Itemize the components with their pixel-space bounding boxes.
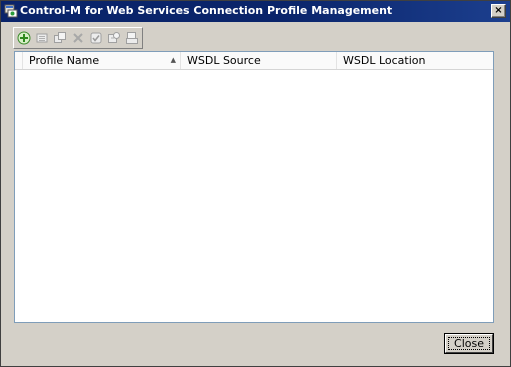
add-profile-button[interactable] — [15, 29, 33, 47]
title-bar[interactable]: Control-M for Web Services Connection Pr… — [1, 1, 510, 22]
column-label-wsdl-location: WSDL Location — [343, 54, 426, 67]
profile-management-window: Control-M for Web Services Connection Pr… — [0, 0, 511, 367]
edit-icon — [36, 33, 48, 43]
duplicate-profile-button[interactable] — [51, 29, 69, 47]
app-icon — [4, 4, 18, 18]
window-title: Control-M for Web Services Connection Pr… — [20, 4, 393, 17]
column-header-wsdl-location[interactable]: WSDL Location — [337, 52, 493, 69]
validate-icon — [90, 32, 102, 44]
column-header-profile-name[interactable]: Profile Name ▲ — [23, 52, 181, 69]
list-body[interactable] — [15, 70, 493, 322]
refresh-icon — [108, 32, 120, 43]
toolbar — [13, 27, 143, 49]
column-label-wsdl-source: WSDL Source — [187, 54, 261, 67]
close-button-label: Close — [454, 337, 484, 350]
validate-profile-button[interactable] — [87, 29, 105, 47]
delete-profile-button[interactable] — [69, 29, 87, 47]
list-header: Profile Name ▲ WSDL Source WSDL Location — [15, 52, 493, 70]
profile-list[interactable]: Profile Name ▲ WSDL Source WSDL Location — [14, 51, 494, 323]
duplicate-icon — [54, 32, 66, 43]
add-icon — [17, 31, 31, 45]
refresh-profile-button[interactable] — [105, 29, 123, 47]
close-button[interactable]: Close — [444, 333, 494, 354]
column-spacer — [15, 52, 23, 69]
column-label-profile-name: Profile Name — [29, 54, 100, 67]
edit-profile-button[interactable] — [33, 29, 51, 47]
export-icon — [126, 32, 138, 44]
delete-icon — [73, 33, 83, 43]
export-profile-button[interactable] — [123, 29, 141, 47]
sort-ascending-icon: ▲ — [170, 56, 176, 64]
close-window-button[interactable]: × — [491, 4, 506, 18]
column-header-wsdl-source[interactable]: WSDL Source — [181, 52, 337, 69]
